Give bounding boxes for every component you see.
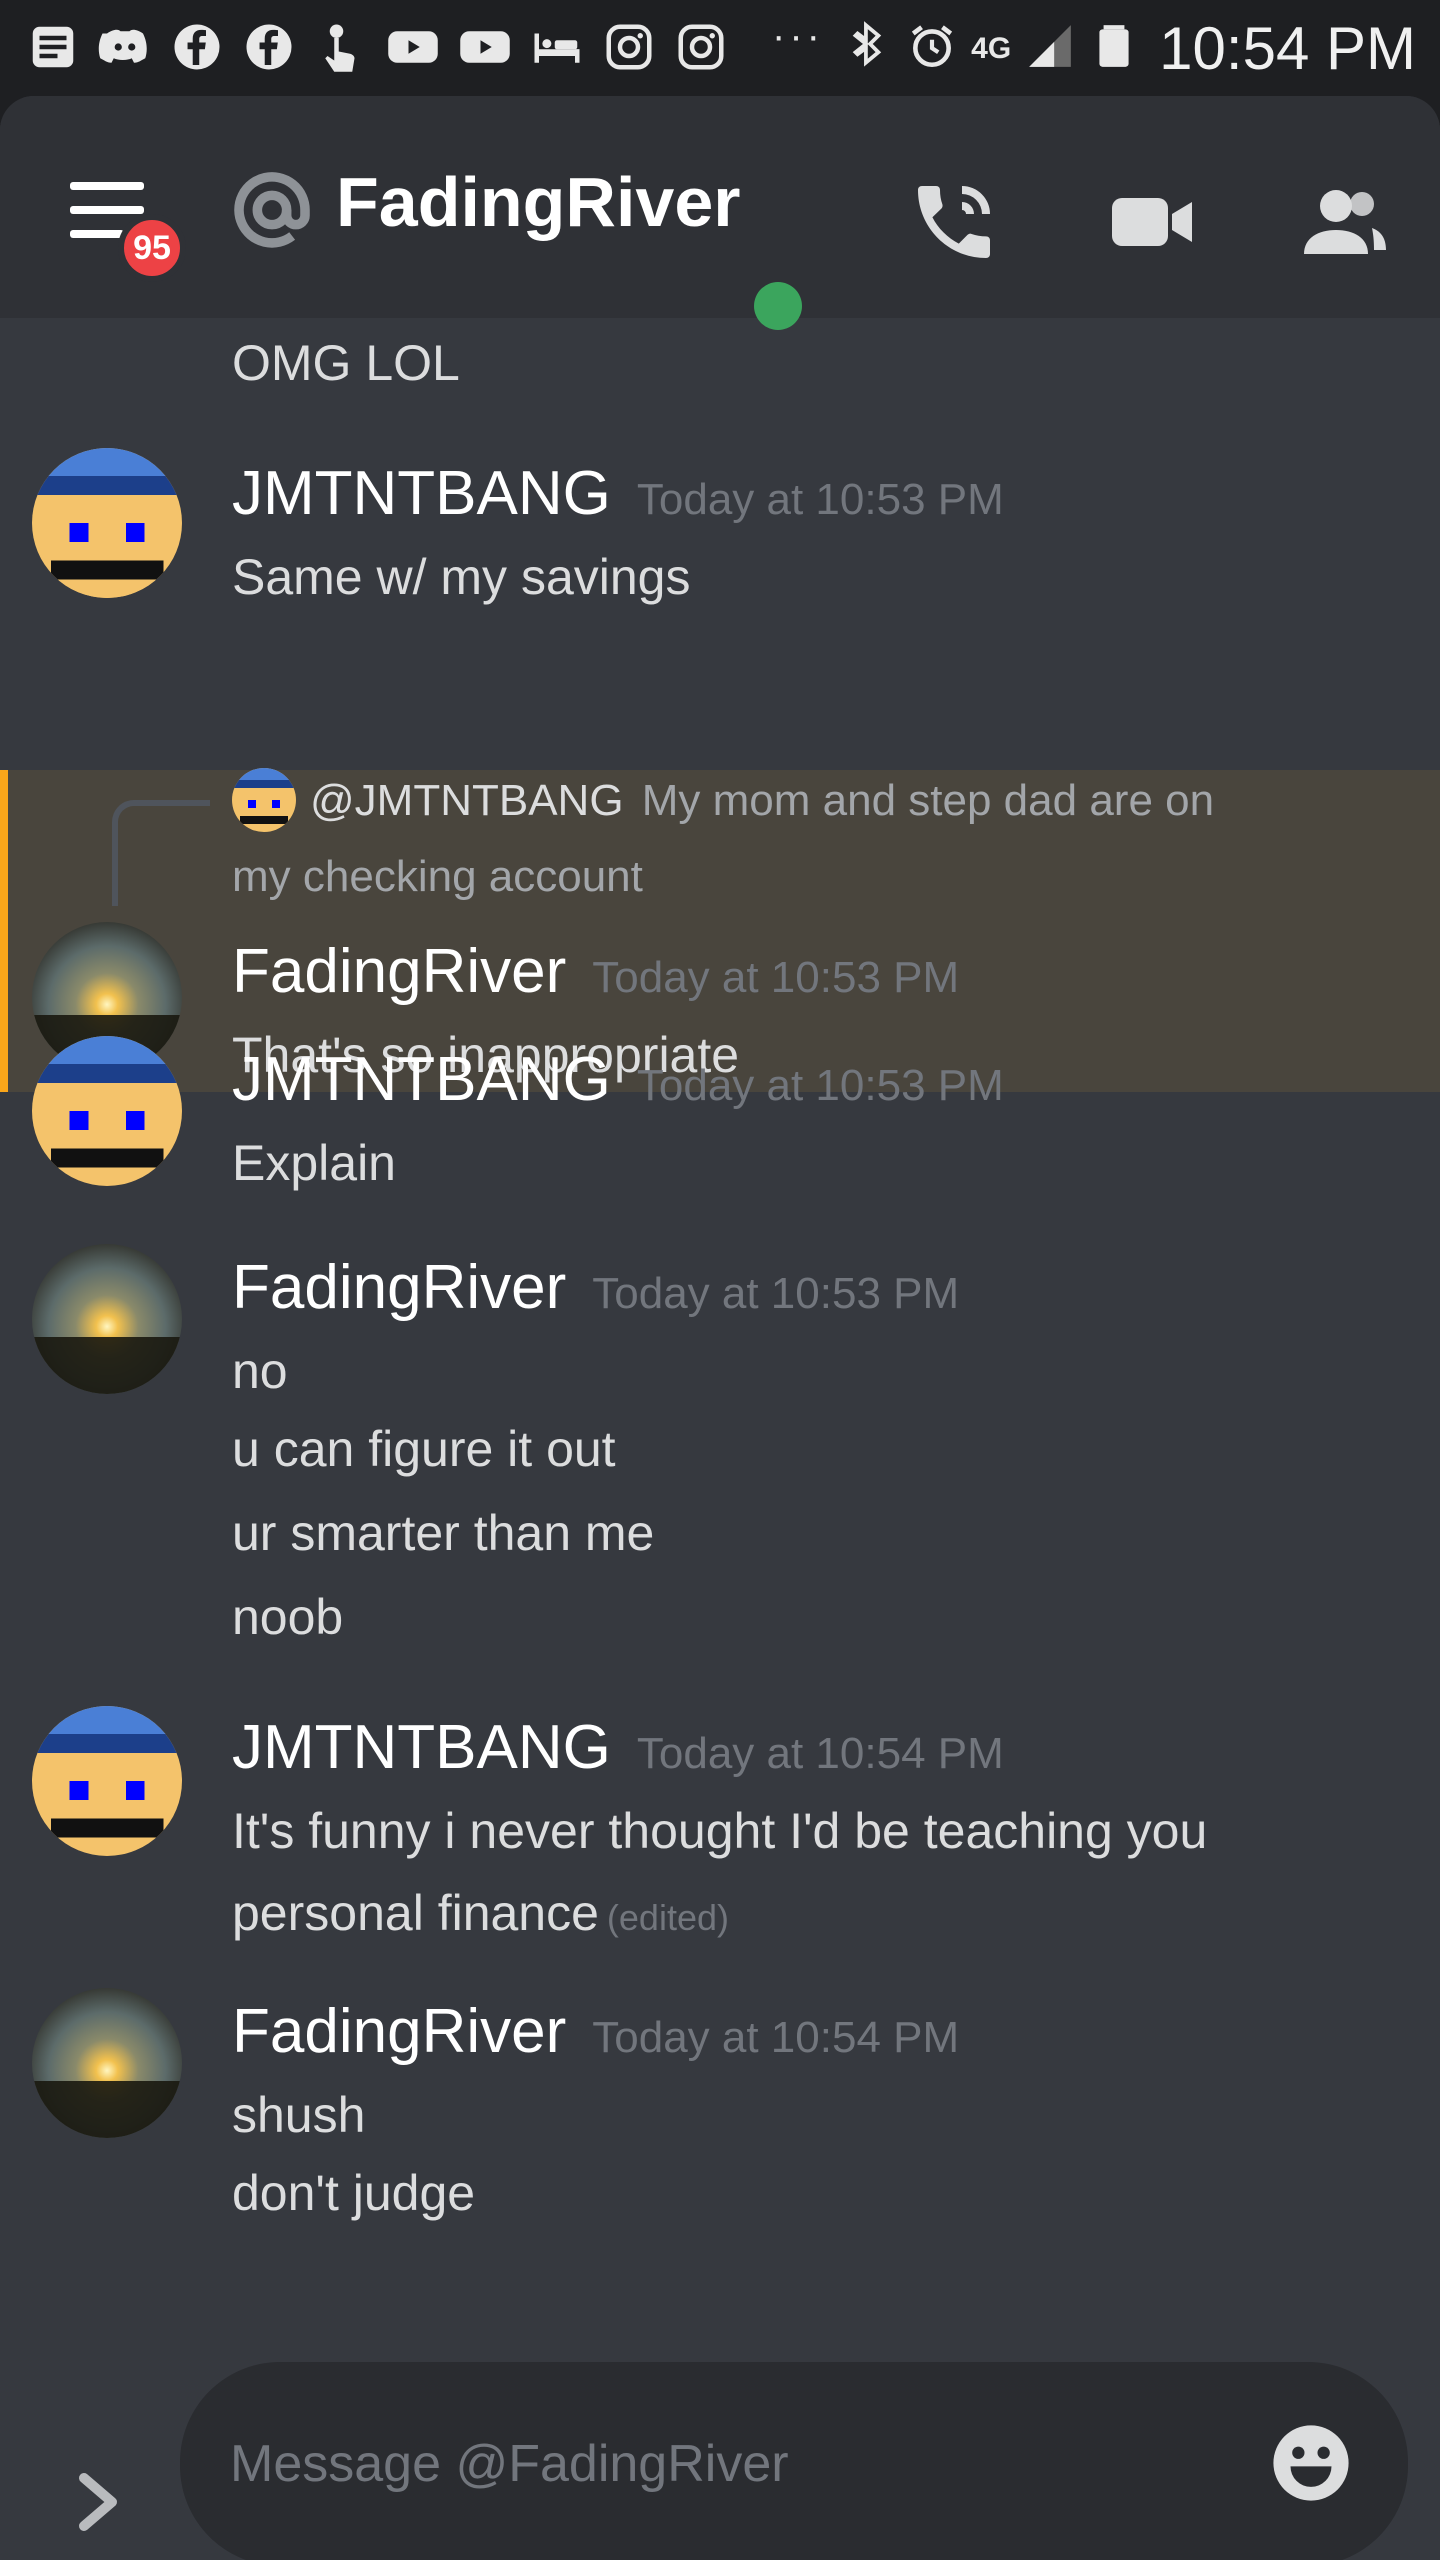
message-timestamp: Today at 10:54 PM (636, 1729, 1004, 1778)
touch-icon (312, 18, 370, 76)
avatar[interactable] (32, 1036, 182, 1186)
facebook-icon (168, 18, 226, 76)
reply-avatar[interactable] (232, 768, 296, 832)
avatar[interactable] (32, 1988, 182, 2138)
composer (0, 2362, 1440, 2560)
facebook-icon (240, 18, 298, 76)
message-timestamp: Today at 10:53 PM (592, 953, 960, 1002)
channel-title: FadingRiver (336, 163, 741, 241)
at-icon (228, 166, 316, 254)
message-timestamp: Today at 10:53 PM (636, 1061, 1004, 1110)
message-line: u can figure it out (232, 1421, 616, 1477)
more-notifications-icon: ··· (772, 14, 824, 58)
message-author[interactable]: JMTNTBANG Today at 10:53 PM (232, 1044, 1004, 1115)
message-author[interactable]: JMTNTBANG Today at 10:53 PM (232, 458, 1004, 529)
reply-preview[interactable]: @JMTNTBANG My mom and step dad are on (310, 776, 1214, 826)
reply-text: my checking account (232, 852, 643, 901)
hotel-icon (528, 18, 586, 76)
avatar[interactable] (32, 448, 182, 598)
message-text: personal finance (232, 1885, 599, 1941)
discord-app: 95 FadingRiver OMG LOL JMTNTBANG Today a… (0, 96, 1440, 2560)
signal-icon (1025, 21, 1075, 76)
video-call-button[interactable] (1104, 174, 1200, 270)
battery-icon (1089, 21, 1139, 76)
reply-connector (112, 800, 210, 906)
message-line: ur smarter than me (232, 1505, 655, 1561)
reply-mention[interactable]: @JMTNTBANG (310, 776, 624, 825)
people-icon (1304, 190, 1386, 254)
message-line: don't judge (232, 2165, 476, 2221)
message-line: Same w/ my savings (232, 549, 691, 605)
menu-icon (70, 182, 144, 190)
video-camera-icon (1112, 198, 1192, 246)
message-timestamp: Today at 10:53 PM (592, 1269, 960, 1318)
author-name[interactable]: FadingRiver (232, 937, 566, 1006)
status-bar: ··· 4G 10:54 PM (0, 0, 1440, 96)
bluetooth-icon (843, 21, 893, 76)
instagram-icon (672, 18, 730, 76)
message-author[interactable]: FadingRiver Today at 10:53 PM (232, 936, 959, 1007)
author-name[interactable]: JMTNTBANG (232, 459, 611, 528)
message-author[interactable]: JMTNTBANG Today at 10:54 PM (232, 1712, 1004, 1783)
message-input[interactable] (180, 2362, 1408, 2560)
channel-header: 95 FadingRiver (0, 96, 1440, 330)
notification-badge: 95 (118, 214, 186, 282)
chevron-right-icon (79, 2473, 117, 2531)
mention-highlight-bar (0, 770, 8, 1092)
message-timestamp: Today at 10:54 PM (592, 2013, 960, 2062)
reply-text: My mom and step dad are on (641, 776, 1215, 825)
menu-icon-bar (70, 206, 144, 214)
author-name[interactable]: FadingRiver (232, 1997, 566, 2066)
youtube-icon (384, 18, 442, 76)
avatar[interactable] (32, 1244, 182, 1394)
youtube-icon (456, 18, 514, 76)
alarm-icon (907, 21, 957, 76)
author-name[interactable]: JMTNTBANG (232, 1045, 611, 1114)
edited-label: (edited) (606, 1897, 729, 1938)
avatar[interactable] (32, 1706, 182, 1856)
member-list-button[interactable] (1296, 174, 1392, 270)
message-timestamp: Today at 10:53 PM (636, 475, 1004, 524)
notification-icons (24, 18, 730, 76)
message-line: shush (232, 2087, 366, 2143)
message-line: noob (232, 1589, 344, 1645)
message-author[interactable]: FadingRiver Today at 10:54 PM (232, 1996, 959, 2067)
voice-call-button[interactable] (906, 174, 1002, 270)
lte-icon: 4G (971, 31, 1012, 65)
message-line: no (232, 1343, 288, 1399)
message-author[interactable]: FadingRiver Today at 10:53 PM (232, 1252, 959, 1323)
system-icons: 4G 10:54 PM (843, 14, 1416, 83)
menu-icon-bar (70, 230, 124, 238)
clock: 10:54 PM (1159, 15, 1416, 82)
instagram-icon (600, 18, 658, 76)
message-line: personal finance (edited) (232, 1884, 729, 1942)
author-name[interactable]: JMTNTBANG (232, 1713, 611, 1782)
discord-icon (96, 18, 154, 76)
expand-actions-button[interactable] (68, 2462, 128, 2542)
smiley-icon (1273, 2425, 1349, 2501)
message-line: It's funny i never thought I'd be teachi… (232, 1803, 1208, 1859)
message-line: OMG LOL (232, 335, 460, 391)
phone-call-icon (918, 186, 990, 258)
author-name[interactable]: FadingRiver (232, 1253, 566, 1322)
notes-icon (24, 18, 82, 76)
online-status-indicator (754, 282, 802, 330)
message-line: Explain (232, 1135, 396, 1191)
emoji-button[interactable] (1270, 2422, 1352, 2504)
